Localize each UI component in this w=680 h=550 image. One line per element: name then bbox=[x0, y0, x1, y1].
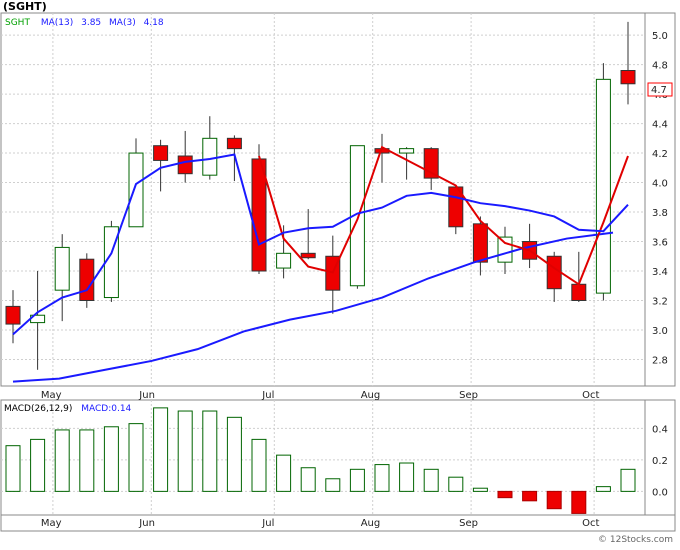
macd-bar-positive bbox=[472, 487, 488, 492]
price-tick-label: 3.2 bbox=[652, 296, 668, 307]
price-tick-label: 5.0 bbox=[652, 31, 668, 42]
macd-bar-positive bbox=[251, 438, 267, 492]
macd-bar-negative bbox=[522, 490, 538, 502]
macd-legend: MACD(26,12,9) MACD:0.14 bbox=[4, 404, 132, 414]
macd-bar-positive bbox=[202, 410, 218, 492]
price-tick-label: 3.8 bbox=[652, 208, 668, 219]
candle-up bbox=[497, 236, 513, 263]
candle-up bbox=[399, 148, 415, 154]
month-label: Jun bbox=[138, 518, 155, 529]
month-label: Jul bbox=[261, 518, 274, 529]
macd-bar-positive bbox=[54, 429, 70, 492]
month-label: Aug bbox=[361, 390, 381, 401]
macd-tick-label: 0.2 bbox=[652, 456, 668, 467]
price-tick-label: 4.4 bbox=[652, 120, 668, 131]
price-tick-label: 3.6 bbox=[652, 238, 668, 249]
macd-bar-positive bbox=[595, 486, 611, 492]
candle-down bbox=[153, 145, 169, 161]
macd-bar-positive bbox=[5, 445, 21, 492]
chart-title: (SGHT) bbox=[3, 0, 47, 13]
month-label: Aug bbox=[361, 518, 381, 529]
macd-value: MACD:0.14 bbox=[81, 404, 131, 414]
macd-bar-positive bbox=[620, 468, 636, 492]
legend-ma13-value: 3.85 bbox=[81, 18, 101, 28]
macd-bar-positive bbox=[300, 467, 316, 492]
macd-tick-label: 0.4 bbox=[652, 424, 668, 435]
macd-bar-positive bbox=[128, 423, 144, 492]
legend-ma13-label: MA(13) bbox=[41, 18, 73, 28]
month-label: Jun bbox=[138, 390, 155, 401]
candle-down bbox=[5, 305, 21, 325]
macd-bar-positive bbox=[448, 476, 464, 492]
price-tick-label: 4.0 bbox=[652, 179, 668, 190]
macd-bar-positive bbox=[349, 468, 365, 492]
macd-tick-label: 0.0 bbox=[652, 487, 668, 498]
macd-title: MACD(26,12,9) bbox=[4, 404, 72, 414]
macd-bar-positive bbox=[153, 407, 169, 492]
candle-up bbox=[128, 152, 144, 228]
candle-down bbox=[300, 252, 316, 259]
macd-bar-negative bbox=[497, 490, 513, 499]
macd-bar-positive bbox=[226, 416, 242, 492]
month-label: Oct bbox=[582, 518, 599, 529]
candle-up bbox=[202, 137, 218, 176]
price-tick-label: 4.8 bbox=[652, 61, 668, 72]
legend-ma3-label: MA(3) bbox=[109, 18, 136, 28]
month-label: Sep bbox=[459, 518, 478, 529]
candle-down bbox=[177, 155, 193, 175]
macd-bar-positive bbox=[325, 478, 341, 492]
stock-chart: 2.83.03.23.43.63.84.04.24.44.64.85.00.00… bbox=[0, 0, 676, 545]
bottom-axis-area bbox=[0, 514, 676, 532]
price-tick-label: 2.8 bbox=[652, 355, 668, 366]
candle-down bbox=[472, 223, 488, 263]
legend-ma3-value: 4.18 bbox=[144, 18, 164, 28]
candle-down bbox=[79, 258, 95, 301]
macd-bar-positive bbox=[276, 454, 292, 492]
macd-bar-negative bbox=[546, 490, 562, 510]
candle-up bbox=[595, 78, 611, 294]
watermark: © 12Stocks.com bbox=[598, 535, 673, 545]
candle-up bbox=[54, 246, 70, 291]
macd-bar-positive bbox=[103, 426, 119, 492]
legend-ticker: SGHT bbox=[5, 18, 30, 28]
candle-down bbox=[571, 283, 587, 301]
price-tick-label: 4.2 bbox=[652, 149, 668, 160]
macd-bar-negative bbox=[571, 490, 587, 514]
month-label: Jul bbox=[261, 390, 274, 401]
macd-bar-positive bbox=[399, 462, 415, 492]
macd-bar-positive bbox=[177, 410, 193, 492]
macd-bar-positive bbox=[30, 438, 46, 492]
last-price-label: 4.7 bbox=[651, 85, 667, 96]
candle-up bbox=[276, 252, 292, 269]
macd-bar-positive bbox=[423, 468, 439, 492]
chart-stage: 2.83.03.23.43.63.84.04.24.44.64.85.00.00… bbox=[0, 0, 680, 546]
candle-down bbox=[226, 137, 242, 150]
macd-bar-positive bbox=[79, 429, 95, 492]
price-tick-label: 3.0 bbox=[652, 326, 668, 337]
month-label: May bbox=[41, 518, 62, 529]
month-label: Sep bbox=[459, 390, 478, 401]
macd-bar-positive bbox=[374, 464, 390, 492]
price-tick-label: 3.4 bbox=[652, 267, 668, 278]
candle-down bbox=[620, 69, 636, 85]
month-label: Oct bbox=[582, 390, 599, 401]
month-label: May bbox=[41, 390, 62, 401]
